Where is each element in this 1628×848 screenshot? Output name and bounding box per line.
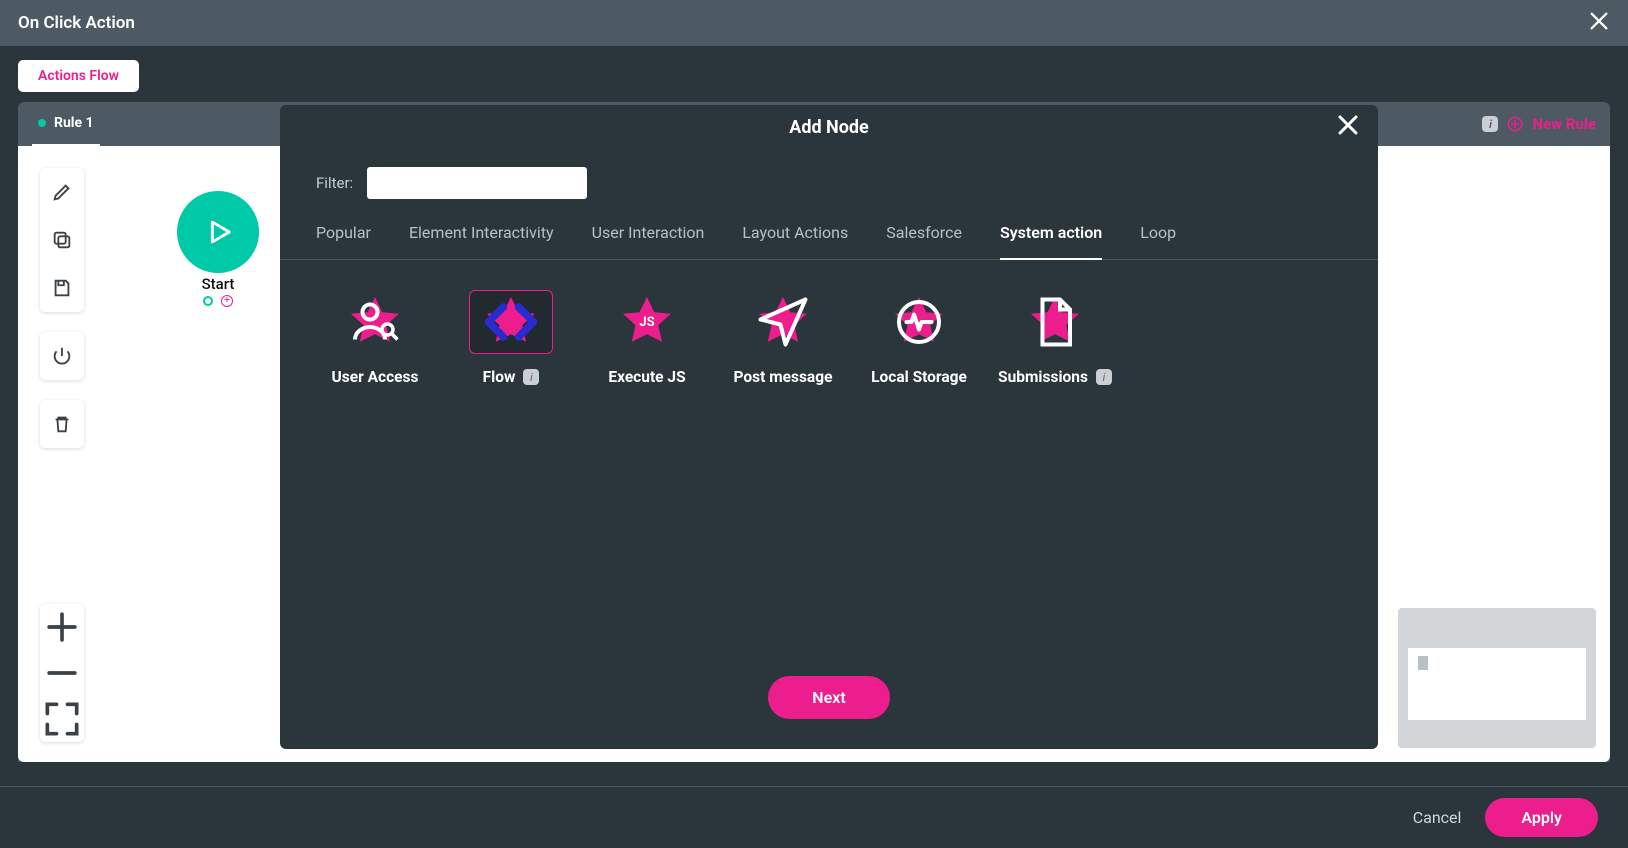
minus-icon: [40, 651, 84, 695]
apply-button[interactable]: Apply: [1485, 798, 1598, 837]
info-icon: i: [1096, 369, 1112, 385]
cancel-button[interactable]: Cancel: [1413, 808, 1462, 827]
modal-title: Add Node: [789, 117, 869, 138]
titlebar: On Click Action: [0, 0, 1628, 46]
node-post-message[interactable]: Post message: [724, 290, 842, 386]
trash-icon: [51, 413, 73, 435]
close-icon: [1336, 113, 1360, 137]
save-icon: [51, 277, 73, 299]
power-icon: [51, 345, 73, 367]
node-label: Submissions: [998, 368, 1088, 386]
top-strip: Actions Flow: [0, 46, 1628, 102]
minimap-viewport: [1408, 648, 1586, 720]
filter-input[interactable]: [367, 167, 587, 199]
node-submissions[interactable]: Submissions i: [996, 290, 1114, 386]
fullscreen-icon: [40, 697, 84, 741]
play-icon: [201, 215, 235, 249]
start-node-circle: [177, 191, 259, 273]
node-execute-js[interactable]: JS Execute JS: [588, 290, 706, 386]
power-button[interactable]: [40, 332, 84, 380]
paper-plane-icon: [753, 292, 813, 352]
fullscreen-button[interactable]: [40, 696, 84, 742]
status-dot-icon: [38, 119, 46, 127]
node-label: Local Storage: [871, 368, 967, 386]
zoom-out-button[interactable]: [40, 650, 84, 696]
next-button[interactable]: Next: [768, 676, 889, 719]
info-icon: i: [1482, 116, 1498, 132]
minimap[interactable]: [1398, 608, 1596, 748]
user-access-icon: [345, 292, 405, 352]
pencil-icon: [51, 181, 73, 203]
modal-close-button[interactable]: [1336, 113, 1360, 141]
start-node-actions: +: [203, 295, 233, 307]
node-label: Post message: [734, 368, 833, 386]
dialog-footer: Cancel Apply: [0, 786, 1628, 848]
tab-element-interactivity[interactable]: Element Interactivity: [409, 223, 554, 259]
modal-footer: Next: [280, 676, 1378, 749]
add-node-icon[interactable]: +: [221, 295, 233, 307]
info-icon: i: [523, 369, 539, 385]
modal-header: Add Node: [280, 105, 1378, 149]
new-rule-label: New Rule: [1532, 115, 1596, 133]
copy-button[interactable]: [40, 216, 84, 264]
dialog-title: On Click Action: [18, 13, 135, 33]
minimap-node-icon: [1418, 656, 1428, 670]
start-node-label: Start: [202, 275, 235, 293]
rule-tab-1[interactable]: Rule 1: [32, 102, 100, 146]
node-label: Flow: [483, 368, 516, 386]
delete-button[interactable]: [40, 400, 84, 448]
node-label: User Access: [332, 368, 419, 386]
plus-circle-icon: [1506, 115, 1524, 133]
new-rule-button[interactable]: i New Rule: [1482, 115, 1596, 133]
zoom-controls: [40, 604, 84, 742]
category-tabs: Popular Element Interactivity User Inter…: [280, 205, 1378, 260]
node-user-access[interactable]: User Access: [316, 290, 434, 386]
copy-icon: [51, 229, 73, 251]
node-anchor-icon[interactable]: [203, 296, 213, 306]
rule-tab-label: Rule 1: [54, 115, 94, 131]
tab-user-interaction[interactable]: User Interaction: [592, 223, 705, 259]
add-node-modal: Add Node Filter: Popular Element Interac…: [280, 105, 1378, 749]
rule-tabs: Rule 1: [32, 102, 100, 146]
node-local-storage[interactable]: Local Storage: [860, 290, 978, 386]
dialog-close-button[interactable]: [1588, 10, 1610, 36]
tab-loop[interactable]: Loop: [1140, 223, 1176, 259]
actions-flow-button[interactable]: Actions Flow: [18, 60, 139, 92]
canvas-toolbar: [40, 168, 84, 468]
code-angle-icon: [481, 292, 541, 352]
js-icon: JS: [617, 292, 677, 352]
filter-row: Filter:: [280, 149, 1378, 205]
close-icon: [1588, 10, 1610, 32]
document-icon: [1025, 292, 1085, 352]
save-button[interactable]: [40, 264, 84, 312]
filter-label: Filter:: [316, 174, 353, 192]
plus-icon: [40, 605, 84, 649]
zoom-in-button[interactable]: [40, 604, 84, 650]
tab-popular[interactable]: Popular: [316, 223, 371, 259]
nodes-grid: User Access Flowi JS Execute JS: [280, 260, 1378, 416]
start-node[interactable]: Start +: [163, 191, 273, 307]
edit-button[interactable]: [40, 168, 84, 216]
tab-layout-actions[interactable]: Layout Actions: [742, 223, 848, 259]
tab-system-action[interactable]: System action: [1000, 223, 1102, 260]
node-flow[interactable]: Flowi: [452, 290, 570, 386]
activity-circle-icon: [889, 292, 949, 352]
tab-salesforce[interactable]: Salesforce: [886, 223, 962, 259]
node-label: Execute JS: [608, 368, 685, 386]
